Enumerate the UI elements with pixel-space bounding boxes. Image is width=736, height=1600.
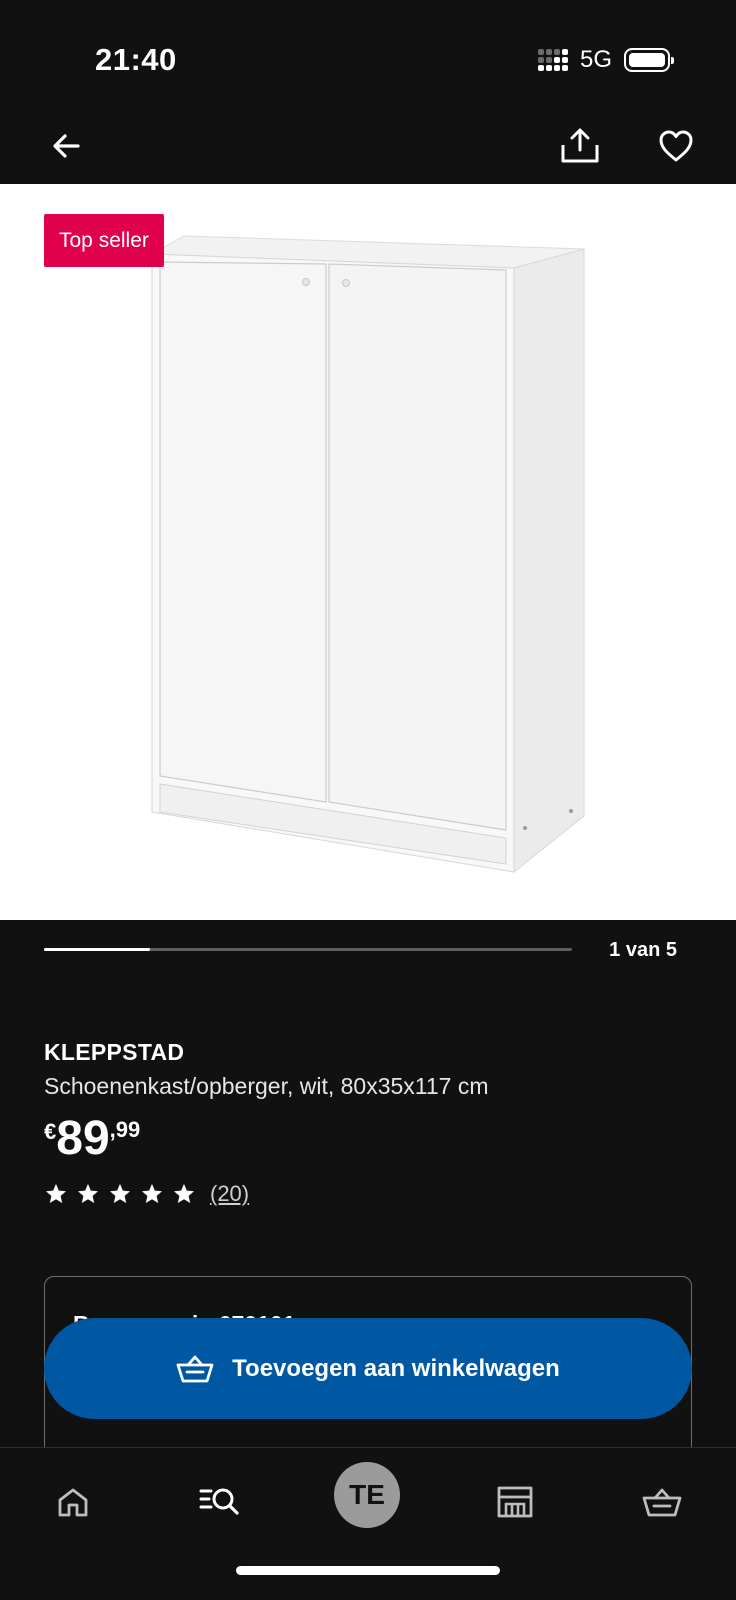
search-list-icon bbox=[199, 1488, 239, 1515]
share-button[interactable] bbox=[558, 124, 602, 168]
share-icon bbox=[561, 128, 599, 163]
star-icon bbox=[174, 1184, 194, 1203]
top-seller-badge: Top seller bbox=[44, 214, 164, 267]
tab-cart[interactable] bbox=[632, 1472, 692, 1532]
store-icon bbox=[497, 1486, 533, 1518]
tab-search[interactable] bbox=[190, 1472, 250, 1532]
product-rating[interactable]: (20) bbox=[44, 1181, 249, 1207]
star-icon bbox=[142, 1184, 162, 1203]
top-nav bbox=[0, 110, 736, 184]
favorite-button[interactable] bbox=[654, 124, 698, 168]
product-image[interactable]: Top seller bbox=[0, 184, 736, 920]
review-count-link[interactable]: (20) bbox=[210, 1181, 249, 1207]
add-to-cart-button[interactable]: Toevoegen aan winkelwagen bbox=[44, 1318, 692, 1419]
product-price: € 89 ,99 bbox=[44, 1111, 140, 1163]
back-button[interactable] bbox=[44, 124, 88, 168]
avatar: TE bbox=[349, 1479, 385, 1510]
product-description: Schoenenkast/opberger, wit, 80x35x117 cm bbox=[44, 1073, 489, 1099]
price-decimal: ,99 bbox=[109, 1117, 141, 1142]
basket-icon bbox=[176, 1355, 214, 1382]
battery-icon bbox=[624, 48, 674, 72]
home-icon bbox=[58, 1488, 88, 1517]
star-icon bbox=[110, 1184, 130, 1203]
status-bar: 21:40 5G bbox=[0, 0, 736, 110]
product-name: KLEPPSTAD bbox=[44, 1039, 185, 1065]
arrow-left-icon bbox=[53, 134, 80, 158]
add-to-cart-label: Toevoegen aan winkelwagen bbox=[232, 1354, 560, 1382]
bottom-nav: TE bbox=[0, 1447, 736, 1600]
status-time: 21:40 bbox=[95, 42, 177, 77]
status-indicators: 5G bbox=[537, 46, 674, 74]
tab-account[interactable]: TE bbox=[334, 1462, 400, 1528]
star-icon bbox=[46, 1184, 66, 1203]
pager-progress-fill bbox=[44, 948, 150, 951]
heart-icon bbox=[659, 130, 693, 162]
network-type: 5G bbox=[579, 46, 612, 73]
home-indicator bbox=[236, 1566, 500, 1575]
tab-store[interactable] bbox=[485, 1472, 545, 1532]
cabinet-image bbox=[150, 235, 585, 874]
price-integer: 89 bbox=[56, 1112, 110, 1165]
pager-label: 1 van 5 bbox=[609, 939, 677, 961]
pager-progress-track[interactable] bbox=[44, 948, 572, 951]
signal-icon bbox=[537, 49, 568, 71]
basket-icon bbox=[642, 1488, 682, 1517]
image-pager: 1 van 5 bbox=[0, 920, 736, 980]
price-currency: € bbox=[44, 1119, 57, 1144]
tab-home[interactable] bbox=[43, 1472, 103, 1532]
star-icon bbox=[78, 1184, 98, 1203]
